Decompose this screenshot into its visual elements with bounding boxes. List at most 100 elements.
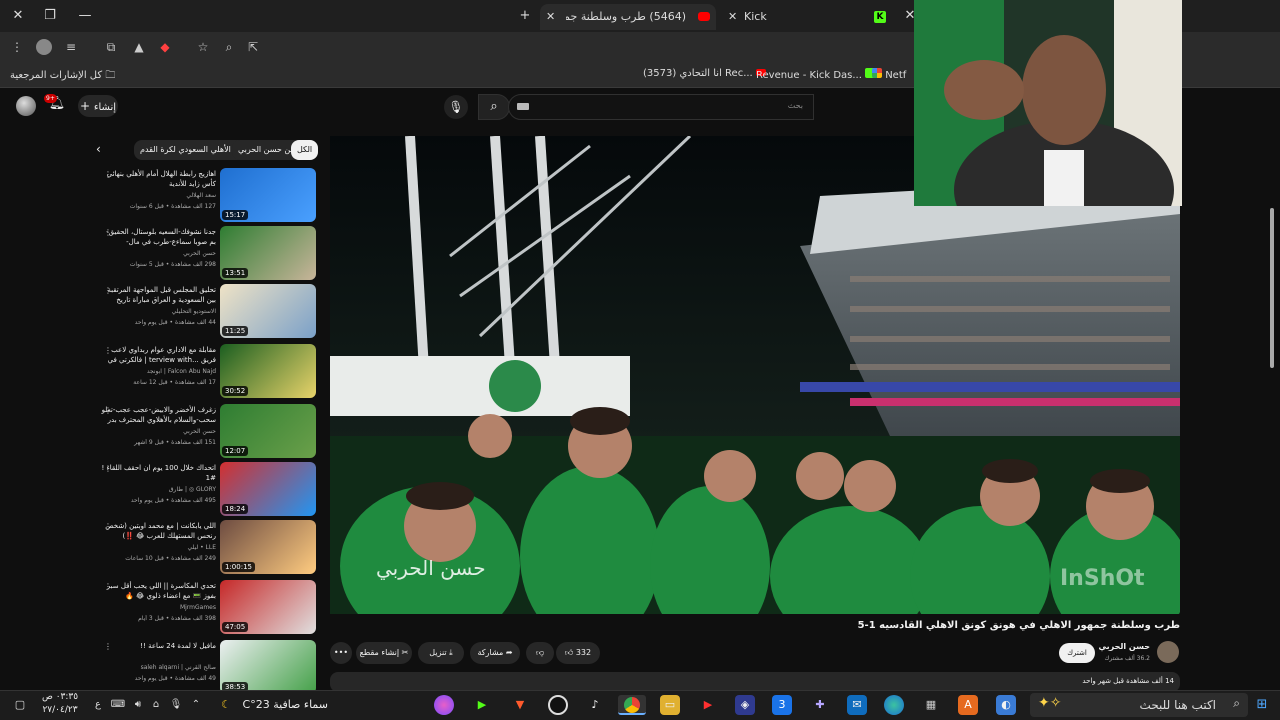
restore-window-icon[interactable]: ❐: [40, 6, 60, 26]
recommendation-channel[interactable]: حسن الحربي: [100, 250, 216, 257]
recommendation-channel[interactable]: الاستوديو التحليلي: [100, 308, 216, 315]
video-thumbnail[interactable]: 47:05: [220, 580, 316, 634]
recommendation-channel[interactable]: حسن الحربي: [100, 428, 216, 435]
drive-extension-icon[interactable]: ▲: [130, 38, 148, 56]
recommendation-title[interactable]: جدنا نشوفك-السعيه بلوستال، الحقيق-بم صوب…: [100, 227, 216, 247]
page-scrollbar[interactable]: [1268, 206, 1276, 690]
bookmark-star-icon[interactable]: ☆: [194, 38, 212, 56]
menu-dots-icon[interactable]: ⋮: [8, 38, 26, 56]
video-thumbnail[interactable]: 15:17: [220, 168, 316, 222]
new-tab-icon[interactable]: +: [515, 6, 535, 26]
like-button[interactable]: 👍︎ 332: [556, 642, 600, 664]
recommendation-channel[interactable]: سعد الهلالي: [100, 192, 216, 199]
brave-icon[interactable]: ▼: [510, 695, 530, 715]
recommendation-item[interactable]: 30:52 مقابلة مع الاداري عوام ربداوي لاعب …: [100, 344, 320, 399]
recommendation-channel[interactable]: MjrmGames: [100, 604, 216, 611]
more-options-icon[interactable]: ⋮: [104, 228, 112, 237]
app-3-icon[interactable]: 3: [772, 695, 792, 715]
chips-scroll-left-icon[interactable]: ‹: [96, 142, 101, 156]
profile-avatar[interactable]: [36, 39, 52, 55]
voice-search-icon[interactable]: 🎙︎: [444, 95, 468, 119]
share-button[interactable]: مشاركة ➦: [470, 642, 520, 664]
recommendation-item[interactable]: 15:17 اهازيج رابطة الهلال أمام الأهلي بنه…: [100, 168, 320, 223]
recommendation-item[interactable]: 18:24 اتحداك خلال 100 يوم ان احقف اللقاء …: [100, 462, 320, 517]
windows-start-icon[interactable]: ⊞: [1252, 695, 1272, 715]
download-button[interactable]: تنزيل ⤓: [418, 642, 464, 664]
microphone-tray-icon[interactable]: 🎙︎: [166, 695, 186, 715]
clip-button[interactable]: إنشاء مقطع ✂: [356, 642, 412, 664]
weather-widget[interactable]: سماء صافية 23°C: [238, 698, 328, 711]
language-indicator[interactable]: ع: [88, 695, 108, 715]
calculator-icon[interactable]: ▦: [921, 695, 941, 715]
scrollbar-thumb[interactable]: [1270, 208, 1274, 368]
keyboard-tray-icon[interactable]: ⌨: [108, 695, 128, 715]
more-actions-button[interactable]: •••: [330, 642, 352, 664]
more-options-icon[interactable]: ⋮: [104, 286, 112, 295]
kick-app-icon[interactable]: ▶: [472, 695, 492, 715]
recommendation-title[interactable]: اتحداك خلال 100 يوم ان احقف اللقاء ! #1: [100, 463, 216, 483]
tiktok-icon[interactable]: ♪: [585, 695, 605, 715]
bookmark-item[interactable]: Netf: [872, 68, 906, 81]
recommendation-channel[interactable]: LLE • ليلي: [100, 544, 216, 551]
recommendation-title[interactable]: اللي يابكانت | مع محمد اوبتين (شخص رنحس …: [100, 521, 216, 541]
video-thumbnail[interactable]: 13:51: [220, 226, 316, 280]
chip-all[interactable]: الكل: [291, 140, 319, 160]
tray-chevron-icon[interactable]: ⌃: [186, 695, 206, 715]
outlook-icon[interactable]: ✉: [847, 695, 867, 715]
clock-time[interactable]: ٠٣:٣٥ ص: [34, 692, 86, 702]
video-thumbnail[interactable]: 18:24: [220, 462, 316, 516]
video-player[interactable]: حسن الحربي InShOt: [330, 136, 1180, 614]
recommendation-title[interactable]: تحدي المكاسرة || اللي يحب أقل سبر بفوز 📟…: [100, 581, 216, 601]
account-avatar[interactable]: [16, 96, 36, 116]
recommendation-item[interactable]: 47:05 تحدي المكاسرة || اللي يحب أقل سبر ب…: [100, 580, 320, 635]
tab-close-icon[interactable]: ✕: [546, 4, 555, 30]
ps-remote-icon[interactable]: ◈: [735, 695, 755, 715]
tab-kick[interactable]: ✕ Kick K: [722, 4, 892, 30]
recommendation-item[interactable]: 1:00:15 اللي يابكانت | مع محمد اوبتين (شخ…: [100, 520, 320, 575]
recommendation-channel[interactable]: Falcon Abu Najd | ابونجد: [100, 368, 216, 375]
chrome-taskbar-icon[interactable]: [618, 695, 646, 715]
recommendation-title[interactable]: تحليق المجلس قبل المواجهة المرتقبة بين ا…: [100, 285, 216, 305]
recommendation-item[interactable]: 13:51 جدنا نشوفك-السعيه بلوستال، الحقيق-ب…: [100, 226, 320, 281]
recommendation-title[interactable]: مافيل لا لمدة 24 ساعة !!: [100, 641, 216, 651]
more-options-icon[interactable]: ⋮: [104, 522, 112, 531]
bookmark-item[interactable]: (3573) انا التحادي Rec...: [643, 68, 766, 79]
notification-center-icon[interactable]: ▢: [10, 695, 30, 715]
extensions-icon[interactable]: ⧉: [102, 38, 120, 56]
playlist-icon[interactable]: ≡: [62, 38, 80, 56]
app-a-icon[interactable]: A: [958, 695, 978, 715]
bookmark-item[interactable]: Revenue - Kick Das...: [756, 68, 876, 81]
more-options-icon[interactable]: ⋮: [104, 346, 112, 355]
install-app-icon[interactable]: ⇱: [244, 38, 262, 56]
notifications-bell-icon[interactable]: 🔔︎ 9+: [44, 94, 68, 116]
network-icon[interactable]: ⌂: [146, 695, 166, 715]
subscribe-button[interactable]: اشترك: [1059, 643, 1095, 663]
copilot-app-icon[interactable]: ◐: [996, 695, 1016, 715]
channel-avatar[interactable]: [1157, 641, 1179, 663]
file-explorer-icon[interactable]: ▭: [660, 695, 680, 715]
app-orb-icon[interactable]: [434, 695, 454, 715]
obs-icon[interactable]: [548, 695, 568, 715]
recommendation-item[interactable]: 12:07 زغرف الأخضر والابيض-عجب عجب-تعلو سح…: [100, 404, 320, 459]
recommendation-item[interactable]: 11:25 تحليق المجلس قبل المواجهة المرتقبة …: [100, 284, 320, 339]
more-options-icon[interactable]: ⋮: [104, 170, 112, 179]
recommendation-title[interactable]: زغرف الأخضر والابيض-عجب عجب-تعلو سحب-وال…: [100, 405, 216, 425]
video-description[interactable]: 14 ألف مشاهدة قبل شهر واحد: [330, 672, 1180, 692]
recommendation-channel[interactable]: صالح القرني | saleh alqarni: [100, 664, 216, 671]
edge-browser-icon[interactable]: [884, 695, 904, 715]
search-icon[interactable]: ⌕: [478, 94, 510, 120]
zoom-icon[interactable]: ⌕: [220, 38, 238, 56]
recommendation-title[interactable]: مقابلة مع الاداري عوام ربداوي لاعب فريق …: [100, 345, 216, 365]
recommendation-item[interactable]: 38:53 مافيل لا لمدة 24 ساعة !! صالح القرني…: [100, 640, 320, 695]
search-input[interactable]: بحث: [508, 94, 814, 120]
more-options-icon[interactable]: ⋮: [104, 642, 112, 651]
gamepad-icon[interactable]: ✚: [810, 695, 830, 715]
more-options-icon[interactable]: ⋮: [104, 406, 112, 415]
clock-date[interactable]: ٢٧/٠٤/٢٣: [34, 705, 86, 715]
video-thumbnail[interactable]: 11:25: [220, 284, 316, 338]
youtube-app-icon[interactable]: ▶: [698, 695, 718, 715]
dislike-button[interactable]: 👎︎: [526, 642, 554, 664]
video-thumbnail[interactable]: 30:52: [220, 344, 316, 398]
video-thumbnail[interactable]: 12:07: [220, 404, 316, 458]
keyboard-icon[interactable]: [517, 103, 529, 110]
